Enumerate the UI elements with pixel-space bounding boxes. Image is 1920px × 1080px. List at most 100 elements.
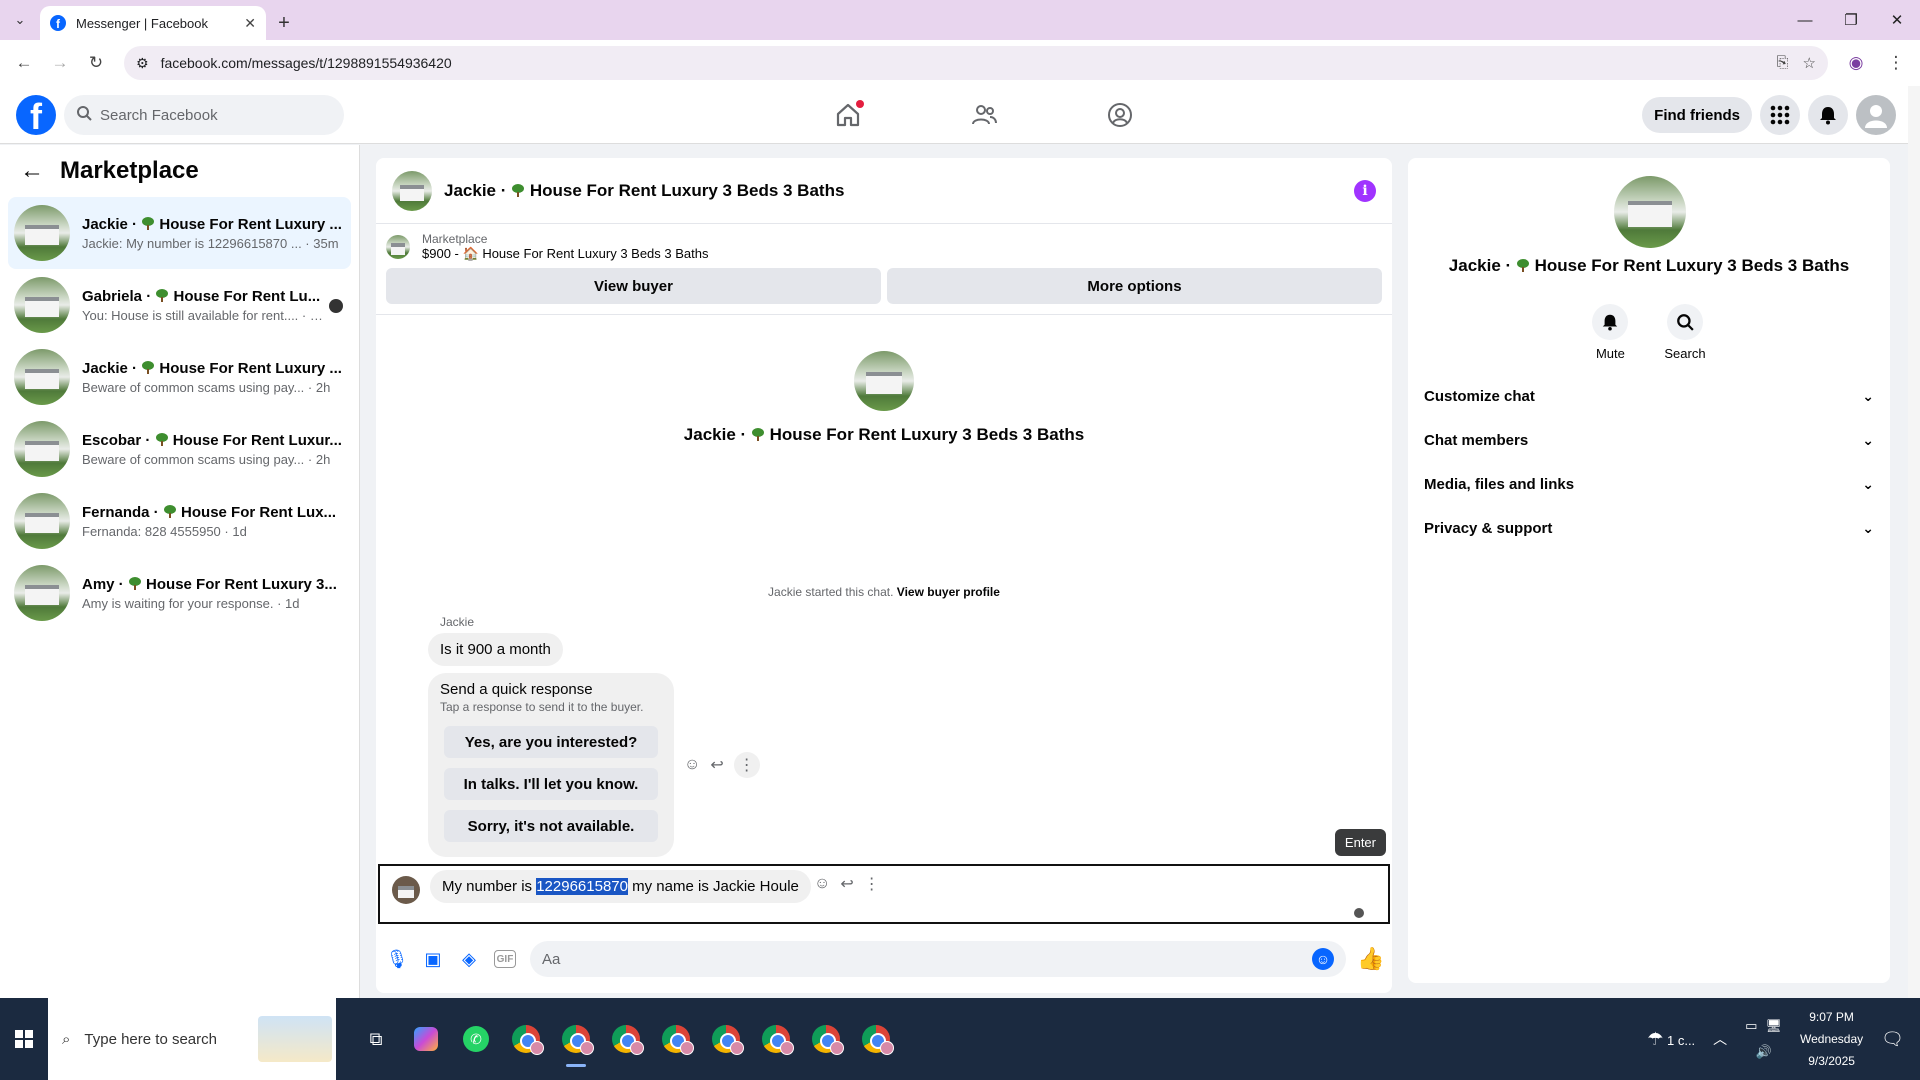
close-window-icon[interactable]: ✕ (1874, 0, 1920, 40)
chat-members-item[interactable]: Chat members ⌄ (1416, 418, 1882, 462)
info-icon[interactable]: i (1354, 179, 1376, 202)
back-arrow-icon[interactable]: ← (20, 157, 44, 185)
nav-friends[interactable] (916, 86, 1052, 144)
task-view-icon[interactable]: ⧉ (358, 1021, 394, 1057)
conversation-item[interactable]: Escobar · House For Rent Luxur... Beware… (8, 413, 351, 485)
facebook-logo-icon[interactable]: f (16, 95, 56, 135)
facebook-favicon-icon: f (50, 15, 66, 31)
minimize-icon[interactable]: — (1782, 0, 1828, 40)
main-nav (780, 86, 1188, 144)
reload-icon[interactable]: ↻ (80, 47, 112, 79)
copilot-icon[interactable] (408, 1021, 444, 1057)
start-button[interactable] (0, 998, 48, 1080)
chrome-icon[interactable] (808, 1021, 844, 1057)
chat-avatar[interactable] (392, 170, 432, 211)
conversation-item[interactable]: Fernanda · House For Rent Lux... Fernand… (8, 485, 351, 557)
facebook-search[interactable] (64, 95, 344, 135)
notifications-icon[interactable]: 🗨 (1881, 1029, 1904, 1050)
site-info-icon[interactable]: ⚙ (136, 55, 149, 72)
search-input[interactable] (100, 106, 320, 124)
media-files-links-item[interactable]: Media, files and links ⌄ (1416, 462, 1882, 506)
message-bubble[interactable]: My number is 12296615870 my name is Jack… (430, 870, 811, 903)
emoji-icon[interactable]: ☺ (1312, 948, 1334, 970)
forward-icon[interactable]: → (44, 47, 76, 79)
view-buyer-profile-link[interactable]: View buyer profile (897, 585, 1000, 599)
reply-icon[interactable]: ↩ (840, 874, 853, 894)
sticker-icon[interactable]: ◈ (458, 948, 480, 970)
react-emoji-icon[interactable]: ☺ (814, 875, 830, 893)
search-action[interactable]: Search (1664, 304, 1706, 361)
mute-action[interactable]: Mute (1592, 304, 1629, 361)
reply-icon[interactable]: ↩ (710, 755, 723, 775)
gif-icon[interactable]: GIF (494, 950, 516, 968)
listing-name: House For Rent Luxury 3 Beds 3 Baths (482, 246, 709, 261)
message-bubble[interactable]: Is it 900 a month (428, 633, 563, 666)
chrome-icon[interactable] (558, 1021, 594, 1067)
conversation-time: 1d (285, 595, 300, 611)
conversation-listing: House For Rent Lu... (173, 287, 321, 305)
chrome-icon[interactable] (858, 1021, 894, 1057)
sidebar-title: Marketplace (60, 157, 199, 184)
chrome-icon[interactable] (758, 1021, 794, 1057)
menu-grid-button[interactable] (1760, 95, 1800, 135)
more-vertical-icon[interactable]: ⋮ (864, 874, 880, 894)
tab-search-dropdown[interactable]: ⌄ (0, 0, 40, 40)
close-tab-icon[interactable]: ✕ (244, 15, 256, 32)
quick-response-button[interactable]: Yes, are you interested? (444, 726, 658, 758)
chrome-icon[interactable] (508, 1021, 544, 1057)
attach-image-icon[interactable]: ▣ (422, 948, 444, 970)
message-input-box[interactable]: ☺ (530, 941, 1346, 977)
nav-home[interactable] (780, 86, 916, 144)
privacy-support-item[interactable]: Privacy & support ⌄ (1416, 506, 1882, 550)
chevron-down-icon: ⌄ (1862, 475, 1874, 492)
profile-icon[interactable]: ◉ (1840, 47, 1872, 79)
message-input[interactable] (542, 950, 1312, 968)
chrome-icon[interactable] (708, 1021, 744, 1057)
weather-widget[interactable]: ☂ 1 c... (1647, 1029, 1695, 1050)
back-icon[interactable]: ← (8, 47, 40, 79)
meet-icon[interactable]: ▭ (1745, 1018, 1757, 1034)
clock[interactable]: 9:07 PM Wednesday 9/3/2025 (1800, 1006, 1863, 1072)
browser-tab[interactable]: f Messenger | Facebook ✕ (40, 6, 266, 40)
taskbar-search[interactable]: ⌕ Type here to search (48, 998, 336, 1080)
microphone-icon[interactable]: 🎙 (386, 948, 409, 970)
whatsapp-icon[interactable]: ✆ (458, 1021, 494, 1057)
install-app-icon[interactable]: ⎘ (1777, 54, 1789, 72)
nav-groups[interactable] (1052, 86, 1188, 144)
quick-response-button[interactable]: Sorry, it's not available. (444, 810, 658, 842)
network-icon[interactable]: 🖥 (1765, 1018, 1782, 1034)
chrome-icon[interactable] (608, 1021, 644, 1057)
chevron-up-icon[interactable]: ︿ (1713, 1029, 1727, 1049)
conversation-listing: House For Rent Luxury ... (159, 359, 342, 377)
conversation-listing: House For Rent Luxury ... (159, 215, 342, 233)
windows-logo-icon (15, 1030, 33, 1048)
restore-icon[interactable]: ❐ (1828, 0, 1874, 40)
more-vertical-icon[interactable]: ⋮ (733, 752, 760, 778)
listing-thumbnail (386, 235, 410, 259)
conversation-item[interactable]: Jackie · House For Rent Luxury ... Jacki… (8, 197, 351, 269)
conversation-item[interactable]: Gabriela · House For Rent Lu... You: Hou… (8, 269, 351, 341)
sender-name: Jackie (440, 615, 475, 629)
sender-avatar (392, 876, 420, 904)
conversation-item[interactable]: Jackie · House For Rent Luxury ... Bewar… (8, 341, 351, 413)
account-avatar[interactable] (1856, 95, 1896, 135)
find-friends-button[interactable]: Find friends (1642, 97, 1752, 133)
thumbs-up-icon[interactable]: 👍 (1357, 946, 1384, 971)
view-buyer-button[interactable]: View buyer (386, 268, 881, 304)
new-tab-button[interactable]: + (266, 6, 302, 40)
address-bar[interactable]: ⚙ facebook.com/messages/t/12988915549364… (124, 46, 1828, 80)
bookmark-star-icon[interactable]: ☆ (1803, 54, 1816, 72)
notifications-button[interactable] (1808, 95, 1848, 135)
selected-phone-number[interactable]: 12296615870 (536, 878, 628, 895)
more-options-button[interactable]: More options (887, 268, 1382, 304)
listing-avatar (14, 493, 70, 549)
browser-menu-icon[interactable]: ⋮ (1880, 47, 1912, 79)
volume-icon[interactable]: 🔊 (1755, 1044, 1771, 1060)
clock-date: 9/3/2025 (1808, 1054, 1855, 1068)
quick-response-button[interactable]: In talks. I'll let you know. (444, 768, 658, 800)
page-scrollbar[interactable] (1908, 86, 1920, 998)
customize-chat-item[interactable]: Customize chat ⌄ (1416, 374, 1882, 418)
conversation-item[interactable]: Amy · House For Rent Luxury 3... Amy is … (8, 557, 351, 629)
react-emoji-icon[interactable]: ☺ (684, 756, 700, 774)
chrome-icon[interactable] (658, 1021, 694, 1057)
